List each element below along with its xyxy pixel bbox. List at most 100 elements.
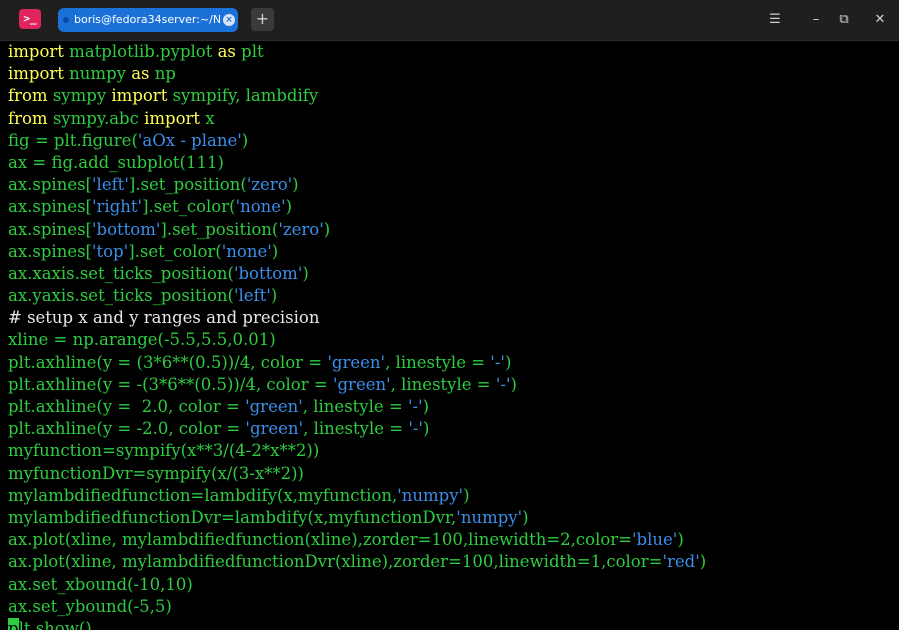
code-token: '-' — [407, 397, 423, 416]
code-line: mylambdifiedfunction=lambdify(x,myfuncti… — [8, 485, 706, 507]
code-token: ) — [677, 530, 684, 550]
terminal-content[interactable]: import matplotlib.pyplot as plt import nu… — [0, 41, 899, 630]
code-token: myfunctionDvr=sympify(x/(3-x**2)) — [8, 463, 304, 483]
code-token: 'aOx - plane' — [137, 130, 242, 150]
code-token: 'bottom' — [92, 219, 161, 239]
code-token: ].set_position( — [128, 175, 247, 195]
code-token: ) — [271, 241, 279, 261]
code-token: ) — [422, 397, 430, 416]
code-line: import matplotlib.pyplot as plt — [8, 41, 706, 63]
code-token: import — [144, 108, 201, 128]
code-token: , linestyle = — [390, 374, 496, 394]
terminal-tab[interactable]: boris@fedora34server:~/NUMPY × — [58, 8, 238, 32]
code-token: sympy — [47, 86, 112, 106]
code-token: ) — [302, 263, 309, 283]
code-token: ) — [323, 219, 331, 239]
code-token: as — [131, 64, 150, 84]
code-token: 'numpy' — [397, 485, 464, 505]
code-token: plt.axhline(y = 2.0, color = — [8, 397, 246, 416]
code-token: myfunction=sympify(x**3/(4-2*x**2)) — [8, 441, 320, 461]
code-token: ].set_position( — [160, 219, 279, 239]
code-line: ax.plot(xline, mylambdifiedfunction(xlin… — [8, 529, 706, 551]
code-line: ax.spines['left'].set_position('zero') — [8, 174, 706, 196]
code-line: ax.yaxis.set_ticks_position('left') — [8, 285, 706, 307]
code-token: from — [8, 86, 48, 106]
code-token: ) — [292, 175, 299, 195]
code-token: plt.axhline(y = -2.0, color = — [8, 419, 246, 439]
code-token: ax.spines[ — [8, 197, 92, 217]
code-token: mylambdifiedfunction=lambdify(x,myfuncti… — [8, 485, 398, 505]
terminal-app-icon[interactable]: >_ — [19, 9, 41, 29]
code-line: fig = plt.figure('aOx - plane') — [8, 130, 706, 152]
maximize-icon[interactable]: ⧉ — [834, 10, 854, 30]
code-token: ax.xaxis.set_ticks_position( — [8, 263, 234, 283]
code-token: ax.spines[ — [8, 175, 92, 195]
code-token: , linestyle = — [303, 419, 409, 439]
code-token: numpy — [63, 64, 132, 84]
new-tab-button[interactable]: + — [251, 8, 274, 31]
code-line: plt.show() — [8, 617, 706, 630]
code-line: ax.spines['top'].set_color('none') — [8, 241, 706, 263]
code-token: plt.axhline(y = -(3*6**(0.5))/4, color = — [8, 374, 333, 394]
code-line: mylambdifiedfunctionDvr=lambdify(x,myfun… — [8, 507, 706, 529]
code-token: ax = fig.add_subplot(111) — [8, 152, 224, 172]
code-token: 'green' — [332, 374, 391, 394]
code-token: ) — [510, 374, 517, 394]
code-token: 'green' — [327, 352, 386, 372]
code-token: ) — [270, 286, 278, 306]
code-line: ax.xaxis.set_ticks_position('bottom') — [8, 263, 706, 285]
code-line: plt.axhline(y = 2.0, color = 'green', li… — [8, 396, 706, 418]
close-icon[interactable]: ✕ — [870, 10, 890, 30]
code-token: x — [200, 108, 215, 128]
code-line: ax.plot(xline, mylambdifiedfunctionDvr(x… — [8, 551, 706, 573]
minimize-icon[interactable]: – — [806, 10, 826, 30]
code-line: # setup x and y ranges and precision — [8, 307, 706, 329]
code-line: ax.set_ybound(-5,5) — [8, 596, 706, 618]
code-line: from sympy import sympify, lambdify — [8, 85, 706, 107]
code-token: # setup x and y ranges and precision — [8, 308, 320, 328]
code-token: 'left' — [92, 175, 129, 195]
code-token: ax.spines[ — [8, 219, 92, 239]
code-token: fig = plt.figure( — [8, 130, 138, 150]
code-token: plt — [235, 42, 264, 61]
code-token: ].set_color( — [142, 197, 236, 217]
menu-icon[interactable]: ☰ — [765, 10, 785, 30]
code-token: matplotlib.pyplot — [63, 42, 218, 61]
code-token: from — [8, 108, 48, 128]
code-line: import numpy as np — [8, 63, 706, 85]
code-token: ) — [463, 485, 470, 505]
code-token: '-' — [495, 374, 511, 394]
code-token: ].set_color( — [128, 241, 222, 261]
code-token: ax.plot(xline, mylambdifiedfunctionDvr(x… — [8, 552, 663, 572]
code-token: np — [149, 64, 176, 84]
code-line: plt.axhline(y = -2.0, color = 'green', l… — [8, 418, 706, 440]
code-token: ax.plot(xline, mylambdifiedfunction(xlin… — [8, 530, 632, 550]
code-token: ax.set_ybound(-5,5) — [8, 596, 172, 616]
code-token: 'top' — [92, 241, 129, 261]
code-token: ) — [241, 130, 249, 150]
code-line: plt.axhline(y = -(3*6**(0.5))/4, color =… — [8, 374, 706, 396]
code-token: ax.spines[ — [8, 241, 92, 261]
code-token: 'blue' — [632, 530, 678, 550]
code-token: 'green' — [245, 419, 304, 439]
code-token: 'none' — [221, 241, 272, 261]
title-bar: >_ boris@fedora34server:~/NUMPY × + ☰ – … — [0, 0, 899, 41]
code-token: ) — [285, 197, 293, 217]
terminal-cursor: p — [8, 617, 19, 630]
code-token: 'numpy' — [456, 507, 523, 527]
code-token: '-' — [408, 419, 423, 439]
code-token: 'zero' — [246, 175, 293, 195]
code-line: myfunctionDvr=sympify(x/(3-x**2)) — [8, 463, 706, 485]
code-token: ) — [522, 507, 529, 527]
code-token: 'right' — [92, 197, 143, 217]
code-token: as — [217, 42, 236, 61]
code-line: ax.spines['right'].set_color('none') — [8, 196, 706, 218]
code-line: ax = fig.add_subplot(111) — [8, 152, 706, 174]
code-token: ) — [504, 352, 512, 372]
code-token: mylambdifiedfunctionDvr=lambdify(x,myfun… — [8, 507, 457, 527]
tab-close-icon[interactable]: × — [223, 14, 235, 26]
code-token: 'bottom' — [233, 263, 303, 283]
code-line: xline = np.arange(-5.5,5.5,0.01) — [8, 329, 706, 351]
code-token: sympify, lambdify — [167, 86, 319, 106]
code-token: 'green' — [245, 397, 303, 416]
